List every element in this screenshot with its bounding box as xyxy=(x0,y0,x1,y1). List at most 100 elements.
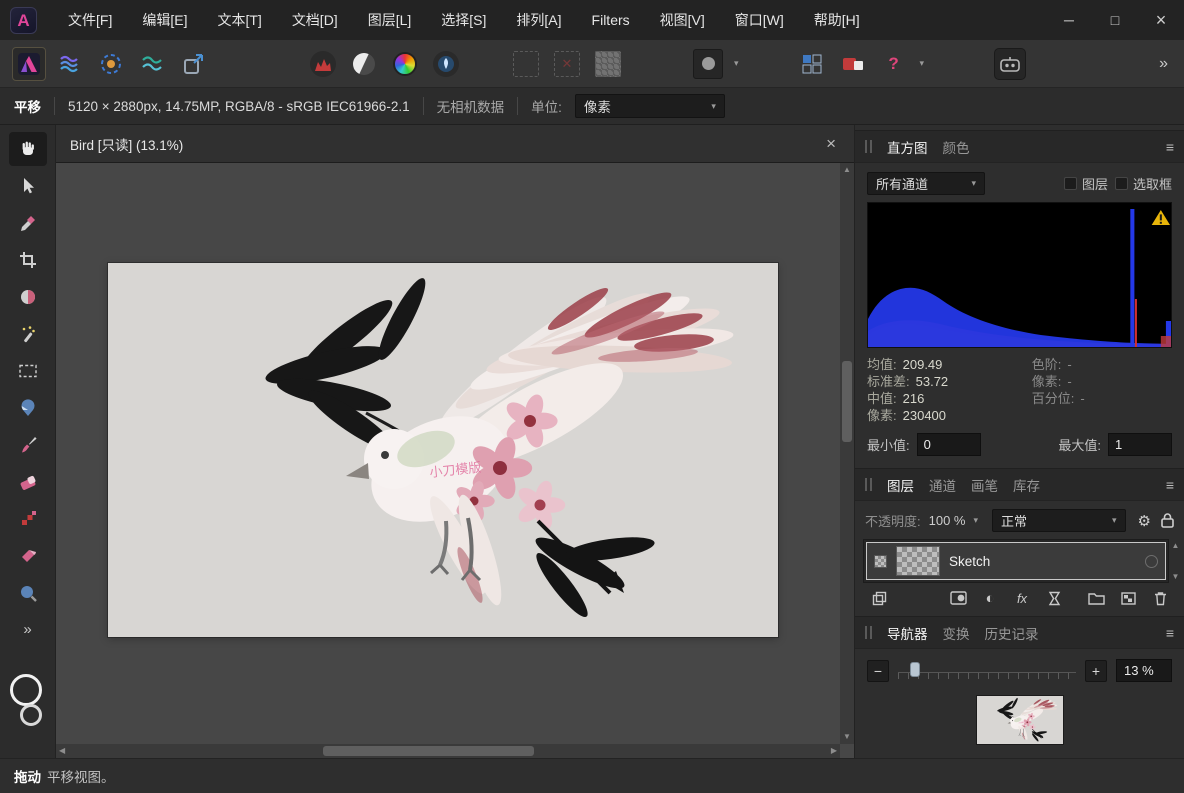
menu-text[interactable]: 文本[T] xyxy=(202,0,276,40)
menu-layer[interactable]: 图层[L] xyxy=(353,0,427,40)
live-filter-button[interactable] xyxy=(1042,588,1066,608)
canvas-viewport[interactable]: ▲ ▼ ◀ ▶ xyxy=(56,163,854,758)
layer-visibility-toggle[interactable] xyxy=(1145,555,1158,568)
tab-layers[interactable]: 图层 xyxy=(887,475,914,495)
layer-name[interactable]: Sketch xyxy=(949,554,990,569)
navigator-thumbnail[interactable] xyxy=(977,696,1063,744)
selection-mode-new-button[interactable] xyxy=(509,47,543,81)
tab-navigator[interactable]: 导航器 xyxy=(887,623,928,643)
document-tab[interactable]: Bird [只读] (13.1%) × xyxy=(56,125,854,162)
horizontal-scroll-thumb[interactable] xyxy=(323,746,535,756)
menu-edit[interactable]: 编辑[E] xyxy=(127,0,202,40)
liquify-persona-button[interactable] xyxy=(53,47,87,81)
zoom-value-field[interactable]: 13 % xyxy=(1116,659,1172,682)
menu-document[interactable]: 文档[D] xyxy=(277,0,353,40)
move-tool[interactable] xyxy=(9,169,47,203)
mask-layer-button[interactable] xyxy=(946,588,970,608)
quick-mask-button[interactable] xyxy=(691,47,725,81)
panel-grip-icon[interactable] xyxy=(865,140,872,153)
blend-options-gear-icon[interactable]: ⚙ xyxy=(1138,512,1151,530)
layer-scrollbar[interactable]: ▲ ▼ xyxy=(1169,539,1182,583)
panel-menu-icon[interactable]: ≡ xyxy=(1166,477,1174,493)
flood-select-tool[interactable] xyxy=(9,317,47,351)
minimize-button[interactable]: ─ xyxy=(1046,0,1092,40)
scroll-down-icon[interactable]: ▼ xyxy=(843,730,851,744)
selection-mode-invert-button[interactable] xyxy=(591,47,625,81)
layer-checkbox[interactable] xyxy=(1064,177,1077,190)
tab-channels[interactable]: 通道 xyxy=(929,475,956,495)
layer-thumbnail[interactable] xyxy=(896,546,940,576)
auto-white-balance-button[interactable] xyxy=(429,47,463,81)
auto-colors-button[interactable] xyxy=(388,47,422,81)
color-picker-tool[interactable] xyxy=(9,206,47,240)
photo-persona-button[interactable] xyxy=(12,47,46,81)
menu-window[interactable]: 窗口[W] xyxy=(720,0,799,40)
maximize-button[interactable]: □ xyxy=(1092,0,1138,40)
panel-menu-icon[interactable]: ≡ xyxy=(1166,139,1174,155)
scroll-right-icon[interactable]: ▶ xyxy=(831,744,837,758)
gradient-tool[interactable] xyxy=(9,391,47,425)
force-pixel-alignment-button[interactable] xyxy=(836,47,870,81)
snapping-manager-button[interactable] xyxy=(795,47,829,81)
close-button[interactable]: × xyxy=(1138,0,1184,40)
zoom-slider-thumb[interactable] xyxy=(910,662,920,677)
export-persona-button[interactable] xyxy=(176,47,210,81)
image-artboard[interactable] xyxy=(108,263,778,637)
opacity-dropdown-icon[interactable]: ▾ xyxy=(974,515,979,526)
auto-levels-button[interactable] xyxy=(306,47,340,81)
horizontal-scrollbar[interactable]: ◀ ▶ xyxy=(56,744,840,758)
selection-brush-tool[interactable] xyxy=(9,280,47,314)
panel-menu-icon[interactable]: ≡ xyxy=(1166,625,1174,641)
scroll-up-icon[interactable]: ▲ xyxy=(843,163,851,177)
tab-brushes[interactable]: 画笔 xyxy=(971,475,998,495)
max-value-input[interactable] xyxy=(1108,433,1172,456)
flood-fill-tool[interactable] xyxy=(9,539,47,573)
unit-select[interactable]: 像素 ▾ xyxy=(575,94,725,118)
view-tool[interactable] xyxy=(9,132,47,166)
menu-view[interactable]: 视图[V] xyxy=(645,0,720,40)
group-layers-button[interactable] xyxy=(1084,588,1108,608)
marquee-tool[interactable] xyxy=(9,354,47,388)
crop-tool[interactable] xyxy=(9,243,47,277)
tab-stock[interactable]: 库存 xyxy=(1013,475,1040,495)
snapping-dropdown[interactable]: ▾ xyxy=(920,58,925,69)
channel-select[interactable]: 所有通道 ▾ xyxy=(867,172,985,195)
tab-transform[interactable]: 变换 xyxy=(943,623,970,643)
assistant-button[interactable] xyxy=(994,48,1026,80)
min-value-input[interactable] xyxy=(917,433,981,456)
tab-history[interactable]: 历史记录 xyxy=(985,623,1039,643)
pixel-tool[interactable] xyxy=(9,502,47,536)
tab-color[interactable]: 颜色 xyxy=(943,137,970,157)
more-tools-icon[interactable]: » xyxy=(23,621,31,638)
menu-select[interactable]: 选择[S] xyxy=(426,0,501,40)
quick-mask-dropdown[interactable]: ▾ xyxy=(734,58,739,69)
panel-grip-icon[interactable] xyxy=(865,478,872,491)
erase-brush-tool[interactable] xyxy=(9,465,47,499)
develop-persona-button[interactable] xyxy=(94,47,128,81)
scroll-up-icon[interactable]: ▲ xyxy=(1172,541,1180,550)
menu-filters[interactable]: Filters xyxy=(577,0,645,40)
paint-brush-tool[interactable] xyxy=(9,428,47,462)
scroll-left-icon[interactable]: ◀ xyxy=(59,744,65,758)
tab-close-icon[interactable]: × xyxy=(822,134,840,154)
deselect-button[interactable]: ✕ xyxy=(550,47,584,81)
vertical-scrollbar[interactable]: ▲ ▼ xyxy=(840,163,854,744)
menu-help[interactable]: 帮助[H] xyxy=(799,0,875,40)
move-by-whole-pixels-button[interactable]: ? xyxy=(877,47,911,81)
lock-icon[interactable] xyxy=(1161,513,1174,528)
marquee-checkbox[interactable] xyxy=(1115,177,1128,190)
new-layer-button[interactable] xyxy=(1116,588,1140,608)
adjustment-layer-button[interactable]: ◐ xyxy=(978,588,1002,608)
delete-layer-button[interactable] xyxy=(1148,588,1172,608)
layer-effects-button[interactable]: fx xyxy=(1010,588,1034,608)
auto-contrast-button[interactable] xyxy=(347,47,381,81)
vertical-scroll-thumb[interactable] xyxy=(842,361,852,442)
tone-mapping-persona-button[interactable] xyxy=(135,47,169,81)
menu-file[interactable]: 文件[F] xyxy=(53,0,127,40)
duplicate-layer-button[interactable] xyxy=(867,588,891,608)
blur-tool[interactable] xyxy=(9,576,47,610)
zoom-out-button[interactable]: − xyxy=(867,660,889,682)
color-swatches[interactable] xyxy=(8,674,48,732)
tab-histogram[interactable]: 直方图 xyxy=(887,137,928,157)
blend-mode-select[interactable]: 正常 ▾ xyxy=(992,509,1126,532)
